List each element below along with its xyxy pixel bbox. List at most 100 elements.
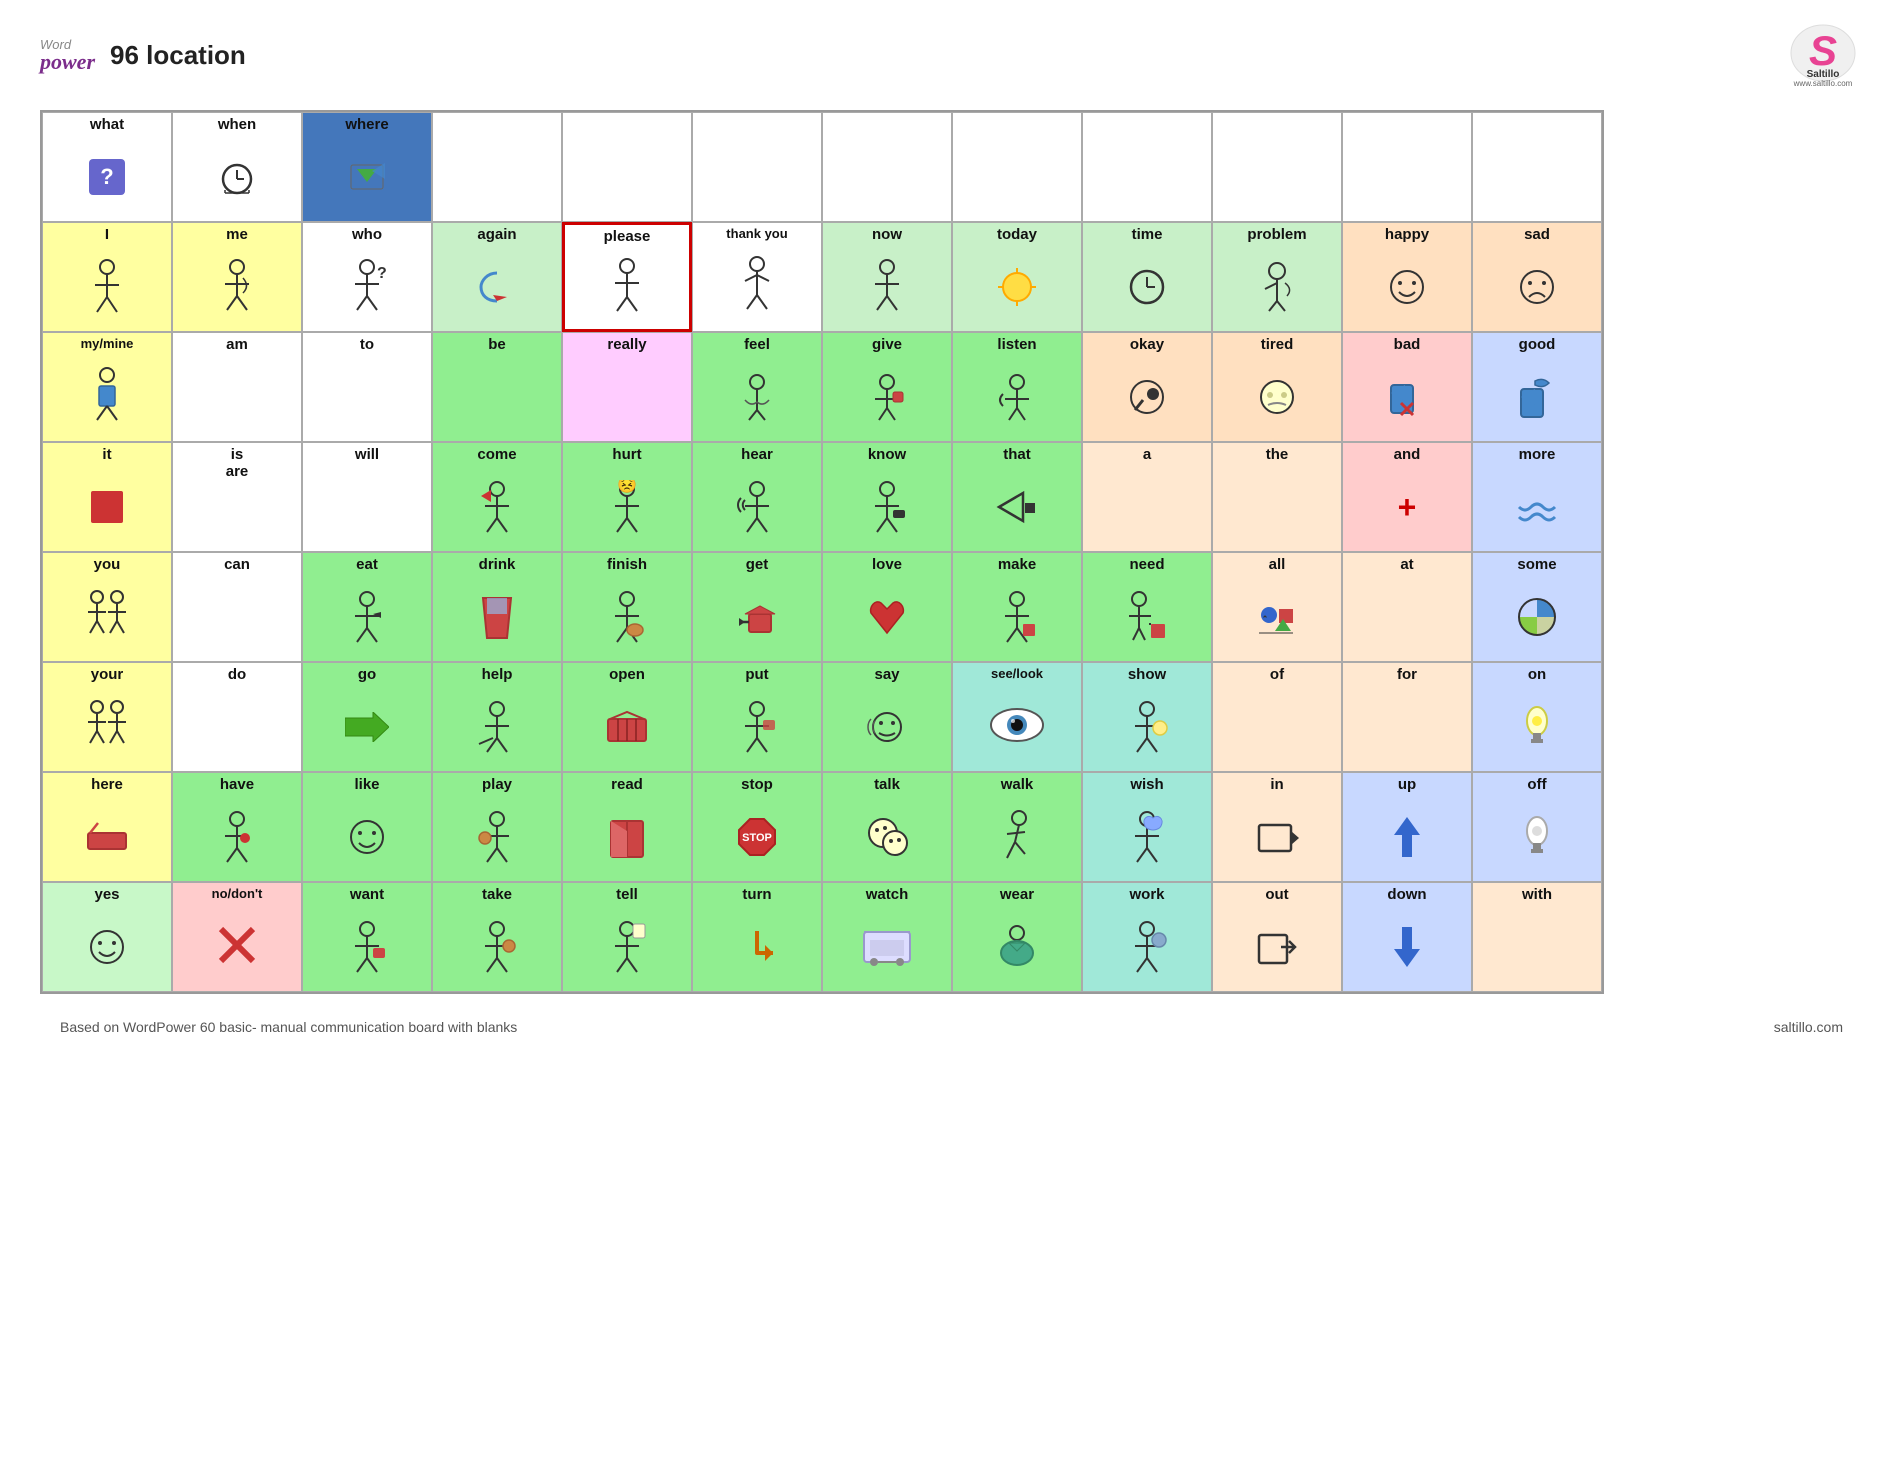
cell-come[interactable]: come [432,442,562,552]
cell-have[interactable]: have [172,772,302,882]
cell-can[interactable]: can [172,552,302,662]
cell-need[interactable]: need [1082,552,1212,662]
cell-when[interactable]: when [172,112,302,222]
cell-feel[interactable]: feel [692,332,822,442]
cell-empty6[interactable] [1082,112,1212,222]
cell-here[interactable]: here [42,772,172,882]
cell-down[interactable]: down [1342,882,1472,992]
cell-what[interactable]: what? [42,112,172,222]
cell-open[interactable]: open [562,662,692,772]
cell-where[interactable]: where [302,112,432,222]
cell-drink[interactable]: drink [432,552,562,662]
cell-that[interactable]: that [952,442,1082,552]
cell-know[interactable]: know [822,442,952,552]
cell-out[interactable]: out [1212,882,1342,992]
cell-eat[interactable]: eat [302,552,432,662]
cell-happy[interactable]: happy [1342,222,1472,332]
cell-wear[interactable]: wear [952,882,1082,992]
cell-empty3[interactable] [692,112,822,222]
cell-on[interactable]: on [1472,662,1602,772]
cell-show[interactable]: show [1082,662,1212,772]
cell-like[interactable]: like [302,772,432,882]
cell-a[interactable]: a [1082,442,1212,552]
cell-okay[interactable]: okay [1082,332,1212,442]
cell-love[interactable]: love [822,552,952,662]
cell-good[interactable]: good [1472,332,1602,442]
cell-turn[interactable]: turn [692,882,822,992]
cell-with[interactable]: with [1472,882,1602,992]
cell-hear[interactable]: hear [692,442,822,552]
cell-tired[interactable]: tired [1212,332,1342,442]
cell-stop[interactable]: stopSTOP [692,772,822,882]
cell-is-are[interactable]: isare [172,442,302,552]
cell-am[interactable]: am [172,332,302,442]
cell-the[interactable]: the [1212,442,1342,552]
cell-watch[interactable]: watch [822,882,952,992]
cell-do[interactable]: do [172,662,302,772]
cell-get[interactable]: get [692,552,822,662]
cell-put[interactable]: put [692,662,822,772]
cell-say[interactable]: say [822,662,952,772]
cell-tell[interactable]: tell [562,882,692,992]
cell-mymine[interactable]: my/mine [42,332,172,442]
cell-seelook[interactable]: see/look [952,662,1082,772]
cell-some[interactable]: some [1472,552,1602,662]
cell-give[interactable]: give [822,332,952,442]
cell-hurt[interactable]: hurt😣 [562,442,692,552]
cell-help[interactable]: help [432,662,562,772]
cell-yes[interactable]: yes [42,882,172,992]
cell-empty2[interactable] [562,112,692,222]
cell-wish[interactable]: wish [1082,772,1212,882]
cell-talk[interactable]: talk [822,772,952,882]
cell-I[interactable]: I [42,222,172,332]
cell-it[interactable]: it [42,442,172,552]
cell-to[interactable]: to [302,332,432,442]
cell-of[interactable]: of [1212,662,1342,772]
cell-please[interactable]: please [562,222,692,332]
cell-work[interactable]: work [1082,882,1212,992]
cell-empty9[interactable] [1472,112,1602,222]
cell-today[interactable]: today [952,222,1082,332]
cell-time[interactable]: time [1082,222,1212,332]
cell-finish[interactable]: finish [562,552,692,662]
cell-up[interactable]: up [1342,772,1472,882]
cell-want[interactable]: want [302,882,432,992]
cell-walk[interactable]: walk [952,772,1082,882]
cell-your[interactable]: your [42,662,172,772]
cell-empty7[interactable] [1212,112,1342,222]
cell-will[interactable]: will [302,442,432,552]
cell-empty5[interactable] [952,112,1082,222]
cell-label-make: make [998,557,1036,574]
cell-sad[interactable]: sad [1472,222,1602,332]
cell-and[interactable]: and+ [1342,442,1472,552]
cell-thankyou[interactable]: thank you [692,222,822,332]
cell-nodont[interactable]: no/don't [172,882,302,992]
cell-bad[interactable]: bad [1342,332,1472,442]
cell-be[interactable]: be [432,332,562,442]
cell-listen[interactable]: listen [952,332,1082,442]
cell-take[interactable]: take [432,882,562,992]
cell-in[interactable]: in [1212,772,1342,882]
cell-off[interactable]: off [1472,772,1602,882]
cell-empty8[interactable] [1342,112,1472,222]
cell-now[interactable]: now [822,222,952,332]
cell-empty1[interactable] [432,112,562,222]
cell-more[interactable]: more [1472,442,1602,552]
cell-empty4[interactable] [822,112,952,222]
cell-problem[interactable]: problem [1212,222,1342,332]
cell-icon-happy [1387,246,1427,329]
cell-all[interactable]: all [1212,552,1342,662]
wordpower-power-label: power [40,51,95,73]
cell-for[interactable]: for [1342,662,1472,772]
cell-you[interactable]: you [42,552,172,662]
cell-really[interactable]: really [562,332,692,442]
cell-read[interactable]: read [562,772,692,882]
cell-play[interactable]: play [432,772,562,882]
cell-go[interactable]: go [302,662,432,772]
cell-make[interactable]: make [952,552,1082,662]
cell-again[interactable]: again [432,222,562,332]
cell-me[interactable]: me [172,222,302,332]
cell-who[interactable]: who? [302,222,432,332]
cell-at[interactable]: at [1342,552,1472,662]
cell-label-your: your [91,667,124,684]
